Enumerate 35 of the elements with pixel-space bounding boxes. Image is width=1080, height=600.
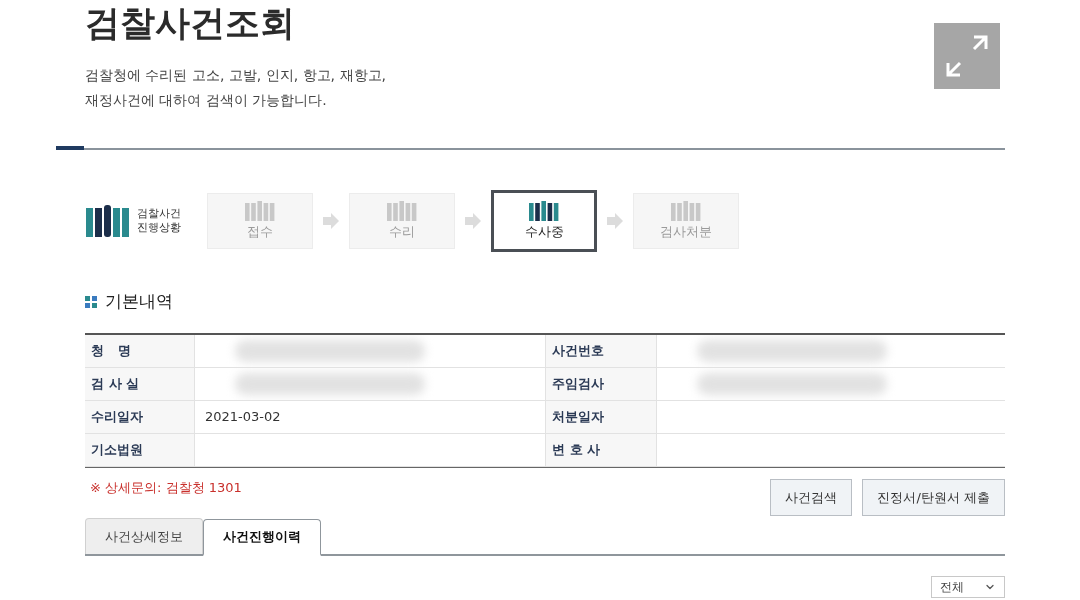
bars-icon	[387, 201, 417, 221]
inquiry-note: ※ 상세문의: 검찰청 1301	[90, 479, 242, 497]
bars-logo-icon	[86, 205, 130, 237]
tab[interactable]: 사건진행이력	[203, 519, 321, 556]
step-label: 수사중	[524, 223, 564, 241]
arrow-right-icon	[323, 213, 339, 229]
arrow-right-icon	[607, 213, 623, 229]
expand-icon	[944, 33, 990, 79]
bars-icon	[245, 201, 275, 221]
progress-label: 검찰사건 진행상황	[137, 207, 182, 235]
arrow-right-icon	[465, 213, 481, 229]
select-value: 전체	[940, 579, 964, 596]
field-label: 검 사 실	[91, 375, 140, 394]
field-label: 사건번호	[552, 342, 604, 361]
bars-icon	[671, 201, 701, 221]
field-value: 2021-03-02	[205, 408, 281, 427]
field-label: 기소법원	[91, 441, 143, 460]
step-label: 접수	[247, 223, 273, 241]
action-button[interactable]: 진정서/탄원서 제출	[862, 479, 1005, 516]
step-label: 검사처분	[660, 223, 712, 241]
grid-squares-icon	[85, 296, 97, 308]
tab[interactable]: 사건상세정보	[85, 518, 203, 554]
field-label: 처분일자	[552, 408, 604, 427]
field-label: 변 호 사	[552, 441, 601, 460]
section-title: 기본내역	[105, 290, 173, 314]
step-label: 수리	[389, 223, 415, 241]
filter-select[interactable]: 전체	[931, 576, 1005, 598]
page-description: 검찰청에 수리된 고소, 고발, 인지, 항고, 재항고, 재정사건에 대하여 검색이 가능합니다.	[85, 66, 386, 110]
action-button[interactable]: 사건검색	[770, 479, 853, 516]
field-label: 수리일자	[91, 408, 143, 427]
fullscreen-button[interactable]	[934, 23, 1000, 89]
field-label: 주임검사	[552, 375, 604, 394]
page-title: 검찰사건조회	[85, 2, 296, 45]
field-label: 청 명	[91, 342, 131, 361]
bars-icon	[529, 201, 559, 221]
